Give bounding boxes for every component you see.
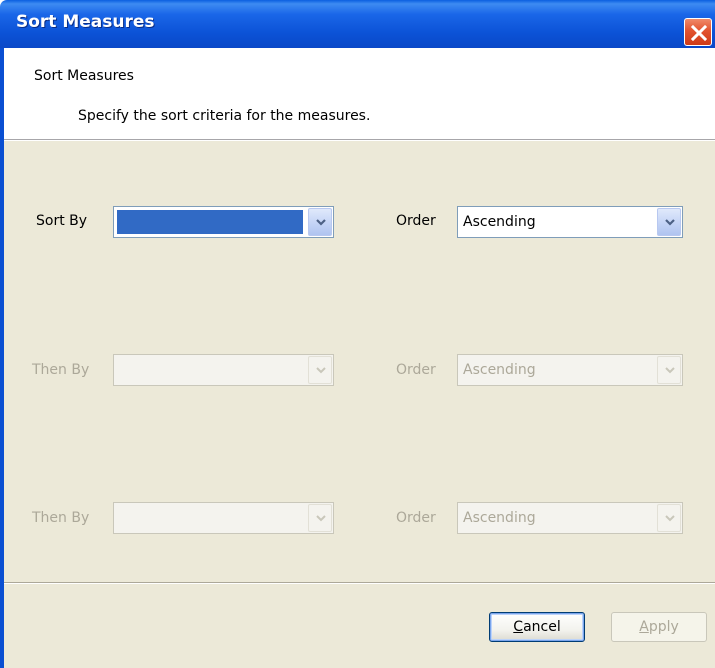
- chevron-down-icon: [665, 367, 675, 374]
- then-by-label-2: Then By: [32, 510, 90, 526]
- title-bar[interactable]: Sort Measures: [0, 0, 715, 48]
- order-value-2: Ascending: [463, 362, 536, 378]
- header-title: Sort Measures: [34, 68, 134, 84]
- sort-by-select[interactable]: [113, 206, 334, 238]
- order-dropdown-button-2: [657, 356, 681, 384]
- chevron-down-icon: [665, 219, 675, 226]
- sort-measures-dialog: Sort Measures Sort Measures Specify the …: [0, 0, 715, 668]
- apply-accelerator: A: [639, 619, 649, 635]
- sort-by-dropdown-button[interactable]: [308, 208, 332, 236]
- cancel-button[interactable]: Cancel: [489, 612, 585, 642]
- order-value-1: Ascending: [463, 214, 536, 230]
- order-select-2: Ascending: [457, 354, 683, 386]
- close-icon: [691, 25, 707, 41]
- sort-by-label: Sort By: [36, 213, 88, 229]
- chevron-down-icon: [665, 515, 675, 522]
- button-separator: [4, 582, 715, 584]
- then-by-select-2: [113, 502, 334, 534]
- order-label-2: Order: [396, 362, 436, 378]
- sort-by-selection-highlight: [117, 210, 303, 234]
- order-dropdown-button-1[interactable]: [657, 208, 681, 236]
- chevron-down-icon: [316, 219, 326, 226]
- order-select-3: Ascending: [457, 502, 683, 534]
- window-title: Sort Measures: [16, 12, 155, 32]
- then-by-label-1: Then By: [32, 362, 90, 378]
- then-by-select-1: [113, 354, 334, 386]
- header-panel: Sort Measures Specify the sort criteria …: [4, 48, 715, 140]
- order-label-3: Order: [396, 510, 436, 526]
- order-dropdown-button-3: [657, 504, 681, 532]
- cancel-label: ancel: [523, 619, 561, 635]
- cancel-accelerator: C: [513, 619, 524, 635]
- apply-label: pply: [648, 619, 679, 635]
- then-by-dropdown-button-1: [308, 356, 332, 384]
- order-select-1[interactable]: Ascending: [457, 206, 683, 238]
- then-by-dropdown-button-2: [308, 504, 332, 532]
- apply-button: Apply: [611, 612, 707, 642]
- chevron-down-icon: [316, 367, 326, 374]
- order-value-3: Ascending: [463, 510, 536, 526]
- header-description: Specify the sort criteria for the measur…: [78, 108, 371, 124]
- chevron-down-icon: [316, 515, 326, 522]
- close-button[interactable]: [684, 18, 712, 46]
- order-label-1: Order: [396, 213, 436, 229]
